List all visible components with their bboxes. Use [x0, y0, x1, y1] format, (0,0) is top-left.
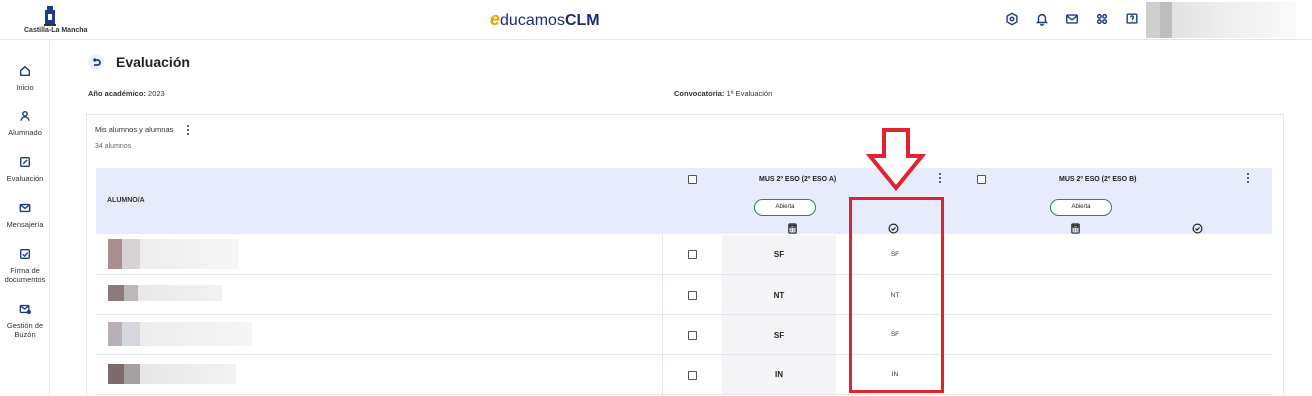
sidebar-item-label: Alumnado — [8, 128, 42, 137]
convocatoria-value: 1ª Evaluación — [726, 89, 773, 98]
subject-a-header: MUS 2º ESO (2º ESO A) — [759, 176, 837, 183]
group-menu-icon[interactable] — [186, 125, 190, 137]
table-row — [96, 355, 1272, 395]
sidebar-item-alumnado[interactable]: Alumnado — [0, 110, 50, 137]
apps-grid-icon[interactable] — [1093, 10, 1111, 28]
edit-icon — [20, 157, 30, 167]
subject-b-menu-icon[interactable] — [1246, 173, 1250, 185]
back-arrow-icon — [92, 57, 101, 66]
sidebar-item-label: Firma de documentos — [4, 266, 46, 284]
convocatoria-label: Convocatoria: — [674, 89, 725, 98]
mail-icon[interactable] — [1063, 10, 1081, 28]
sidebar-item-mensajeria[interactable]: Mensajería — [0, 202, 50, 229]
inbox-icon — [19, 304, 31, 315]
top-bar: Castilla-La Mancha educamosCLM — [0, 0, 1312, 40]
app-brand[interactable]: educamosCLM — [490, 9, 600, 30]
crest-label: Castilla-La Mancha — [24, 27, 88, 34]
grade-value: SF — [773, 331, 785, 340]
student-name-blurred — [108, 239, 238, 269]
row-checkbox[interactable] — [688, 371, 697, 380]
row-checkbox[interactable] — [688, 250, 697, 259]
bell-icon[interactable] — [1033, 10, 1051, 28]
grade-value: IN — [775, 370, 783, 379]
sidebar: Inicio Alumnado Evaluación Mensajería Fi… — [0, 41, 50, 396]
annotation-highlight-box — [849, 197, 944, 393]
sidebar-item-label: Mensajería — [6, 220, 44, 229]
sidebar-item-label: Inicio — [16, 83, 34, 92]
sidebar-item-firma[interactable]: Firma de documentos — [0, 248, 50, 284]
row-checkbox[interactable] — [688, 291, 697, 300]
convocatoria: Convocatoria: 1ª Evaluación — [674, 89, 772, 98]
table-row — [96, 315, 1272, 355]
table-row — [96, 275, 1272, 315]
help-icon[interactable] — [1123, 10, 1141, 28]
page-title: Evaluación — [116, 54, 190, 70]
sidebar-item-label: Evaluación — [6, 174, 44, 183]
academic-year: Año académico: 2023 — [88, 89, 165, 98]
person-icon — [20, 111, 30, 121]
table-row — [96, 235, 1272, 275]
sidebar-item-evaluacion[interactable]: Evaluación — [0, 156, 50, 183]
sidebar-item-label: Gestión de Buzón — [6, 321, 44, 339]
home-icon — [20, 65, 30, 76]
academic-year-value: 2023 — [148, 89, 165, 98]
user-avatar-blurred[interactable] — [1146, 2, 1296, 38]
subject-a-menu-icon[interactable] — [938, 173, 942, 185]
signature-icon — [20, 249, 30, 259]
mail-icon — [19, 203, 31, 213]
settings-icon[interactable] — [1003, 10, 1021, 28]
grade-value: NT — [773, 291, 785, 300]
group-title: Mis alumnos y alumnas — [95, 125, 174, 134]
select-subject-a-checkbox[interactable] — [688, 175, 697, 184]
subject-b-header: MUS 2º ESO (2º ESO B) — [1059, 176, 1137, 183]
annotation-arrow-icon — [865, 128, 927, 192]
select-subject-b-checkbox[interactable] — [977, 175, 986, 184]
subject-b-status-badge: Abierta — [1050, 199, 1112, 216]
sidebar-item-buzon[interactable]: Gestión de Buzón — [0, 303, 50, 339]
row-checkbox[interactable] — [688, 331, 697, 340]
academic-year-label: Año académico: — [88, 89, 146, 98]
student-name-blurred — [108, 285, 222, 301]
student-count: 34 alumnos — [95, 143, 132, 150]
top-icons — [1003, 10, 1141, 28]
back-button[interactable] — [88, 54, 104, 70]
grade-value: SF — [773, 250, 785, 259]
crest-logo-icon — [44, 6, 56, 26]
subject-a-status-badge: Abierta — [754, 199, 816, 216]
student-name-blurred — [108, 322, 252, 346]
student-name-blurred — [108, 364, 236, 384]
column-header-alumno: ALUMNO/A — [107, 197, 145, 204]
sidebar-item-inicio[interactable]: Inicio — [0, 65, 50, 92]
